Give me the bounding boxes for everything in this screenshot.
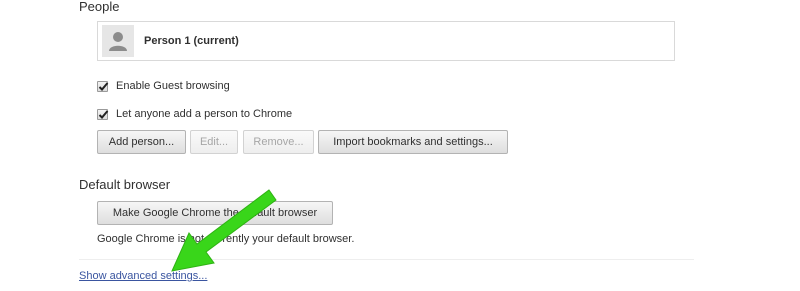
green-arrow-icon xyxy=(171,189,277,272)
